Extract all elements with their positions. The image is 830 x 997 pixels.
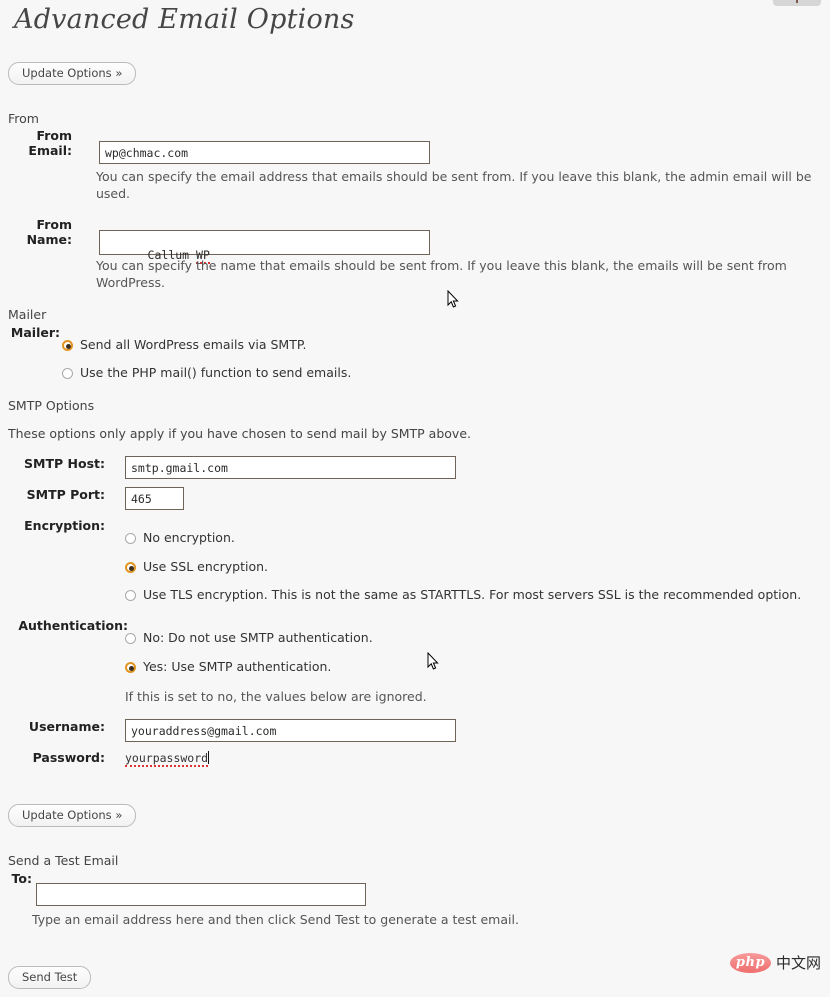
from-email-label: From Email: xyxy=(28,128,72,158)
mailer-option-smtp[interactable]: Send all WordPress emails via SMTP. xyxy=(62,337,306,352)
mailer-label: Mailer: xyxy=(10,325,60,340)
encryption-option-ssl-label: Use SSL encryption. xyxy=(143,559,269,574)
from-name-input[interactable]: Callum WP xyxy=(99,230,430,264)
mouse-cursor-pointer-upper xyxy=(447,290,459,308)
encryption-option-none-label: No encryption. xyxy=(143,530,235,545)
section-heading-test-email: Send a Test Email xyxy=(8,853,119,868)
encryption-label: Encryption: xyxy=(24,518,105,533)
from-name-description: You can specify the name that emails sho… xyxy=(96,258,787,290)
update-options-button-bottom[interactable]: Update Options » xyxy=(8,804,137,827)
password-input[interactable]: yourpassword xyxy=(125,750,456,767)
username-label: Username: xyxy=(28,719,105,734)
mailer-option-smtp-label: Send all WordPress emails via SMTP. xyxy=(80,337,307,352)
from-name-label: From Name: xyxy=(26,217,72,247)
test-to-label: To: xyxy=(11,871,32,886)
mailer-option-phpmail[interactable]: Use the PHP mail() function to send emai… xyxy=(62,365,351,380)
smtp-host-label: SMTP Host: xyxy=(24,456,105,471)
update-options-button-top[interactable]: Update Options » xyxy=(8,62,137,85)
username-input[interactable] xyxy=(125,719,456,742)
authentication-label: Authentication: xyxy=(18,618,128,633)
test-email-description: Type an email address here and then clic… xyxy=(32,912,519,927)
smtp-note: These options only apply if you have cho… xyxy=(8,426,471,441)
radio-icon-selected xyxy=(125,562,136,573)
smtp-host-input[interactable] xyxy=(125,456,456,479)
password-value: yourpassword xyxy=(125,751,209,767)
section-heading-mailer: Mailer xyxy=(8,307,47,322)
radio-icon-selected xyxy=(125,662,136,673)
authentication-option-no[interactable]: No: Do not use SMTP authentication. xyxy=(125,630,373,645)
from-email-description: You can specify the email address that e… xyxy=(96,169,812,201)
watermark-text: 中文网 xyxy=(776,954,822,972)
text-caret xyxy=(208,751,210,764)
radio-icon-unselected xyxy=(125,590,136,601)
php-logo-icon: php xyxy=(730,952,771,973)
radio-icon-unselected xyxy=(125,533,136,544)
radio-icon-selected xyxy=(62,340,73,351)
advanced-email-options-page: Advanced Email Options Update Options » … xyxy=(0,0,830,989)
authentication-option-yes[interactable]: Yes: Use SMTP authentication. xyxy=(125,659,331,674)
php-cn-watermark: php 中文网 xyxy=(730,952,821,973)
radio-icon-unselected xyxy=(125,633,136,644)
encryption-option-ssl[interactable]: Use SSL encryption. xyxy=(125,559,268,574)
mailer-option-phpmail-label: Use the PHP mail() function to send emai… xyxy=(80,365,352,380)
section-heading-smtp: SMTP Options xyxy=(8,398,95,413)
test-to-input[interactable] xyxy=(36,883,366,906)
smtp-port-input[interactable] xyxy=(125,487,184,510)
encryption-option-none[interactable]: No encryption. xyxy=(125,530,235,545)
radio-icon-unselected xyxy=(62,368,73,379)
authentication-option-no-label: No: Do not use SMTP authentication. xyxy=(143,630,373,645)
password-label: Password: xyxy=(32,750,105,765)
authentication-note: If this is set to no, the values below a… xyxy=(125,689,427,704)
from-email-input[interactable] xyxy=(99,141,430,164)
encryption-option-tls[interactable]: Use TLS encryption. This is not the same… xyxy=(125,587,815,602)
send-test-button[interactable]: Send Test xyxy=(8,966,92,989)
page-title: Advanced Email Options xyxy=(14,4,355,35)
authentication-option-yes-label: Yes: Use SMTP authentication. xyxy=(143,659,332,674)
section-heading-from: From xyxy=(8,111,39,126)
smtp-port-label: SMTP Port: xyxy=(26,487,105,502)
encryption-option-tls-label: Use TLS encryption. This is not the same… xyxy=(143,587,802,602)
mouse-cursor-pointer-lower xyxy=(427,652,439,670)
